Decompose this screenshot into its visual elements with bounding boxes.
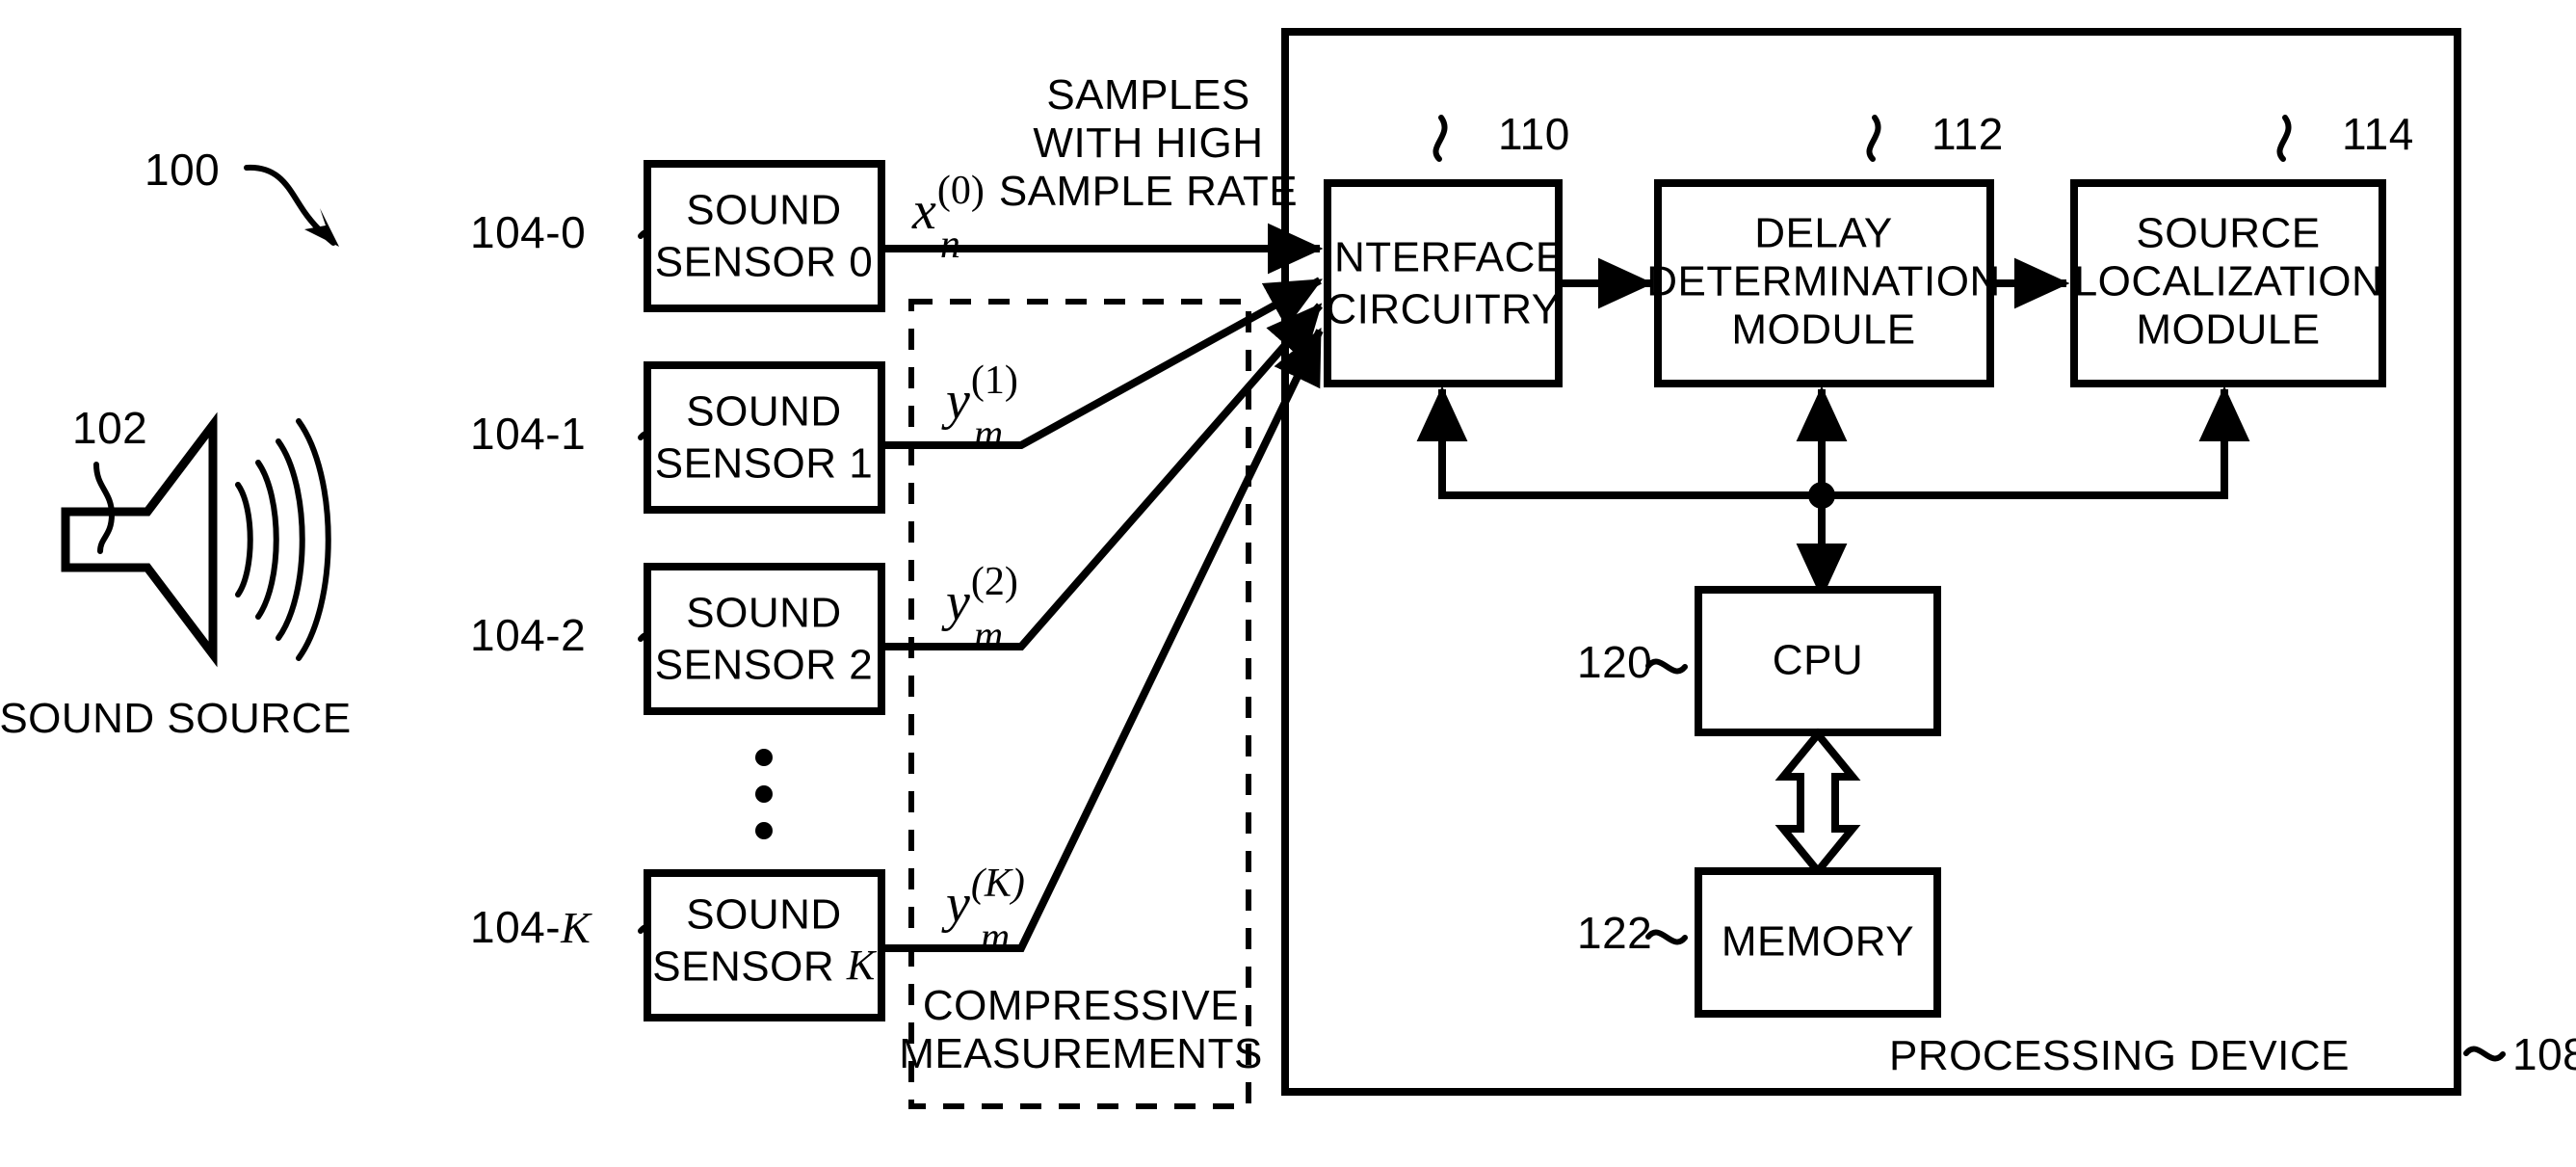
sensor-2-label-line2: SENSOR 2 [655, 642, 874, 689]
memory-group[interactable]: 122 MEMORY [1577, 867, 1941, 1018]
delay-determination-line3: MODULE [1731, 306, 1915, 354]
system-bus-group [1416, 385, 2250, 599]
ref-114-leader [2276, 115, 2292, 162]
high-sample-rate-note: SAMPLES WITH HIGH SAMPLE RATE [999, 71, 1298, 215]
sensor-list-ellipsis-icon [755, 749, 773, 839]
interface-circuitry-line1: INTERFACE [1322, 234, 1564, 281]
sensor-0-label-line1: SOUND [686, 187, 841, 234]
bus-junction-dot [1808, 482, 1835, 509]
interface-circuitry-group[interactable]: 110 INTERFACE CIRCUITRY [1322, 109, 1570, 387]
sound-source-group: 102 SOUND SOURCE [0, 403, 352, 742]
ref-label-110: 110 [1498, 109, 1570, 159]
ref-label-112: 112 [1932, 109, 2004, 159]
ref-label-104-2: 104-2 [470, 610, 586, 660]
source-localization-line1: SOURCE [2136, 210, 2320, 257]
sensor-2-group[interactable]: 104-2 SOUND SENSOR 2 y(2) m [470, 303, 1324, 715]
sensor-1-label-line1: SOUND [686, 388, 841, 436]
source-localization-line2: LOCALIZATION [2074, 258, 2383, 305]
sensor-k-label-line2: SENSOR K [652, 942, 878, 991]
ref-label-104-0: 104-0 [470, 207, 586, 257]
sensor-1-group[interactable]: 104-1 SOUND SENSOR 1 y(1) m [470, 277, 1324, 514]
sensor-1-label-line2: SENSOR 1 [655, 440, 874, 488]
high-rate-line1: SAMPLES [1046, 71, 1249, 119]
ref-label-104-k: 104-K [470, 902, 592, 952]
sensor-2-label-line1: SOUND [686, 590, 841, 637]
sensor-k-label-line1: SOUND [686, 891, 841, 939]
ref-122-leader [1645, 929, 1688, 945]
interface-circuitry-box[interactable] [1324, 179, 1563, 387]
interface-circuitry-line2: CIRCUITRY [1326, 286, 1560, 333]
cpu-memory-double-arrow-icon [1774, 728, 1861, 878]
ref-108-leader [2463, 1046, 2506, 1062]
ref-112-leader [1866, 115, 1881, 162]
block-diagram: 100 102 SOUND SOURCE COMPRESSIVE MEASURE… [0, 28, 2576, 1109]
sensor-0-box[interactable] [644, 160, 885, 312]
ref-label-102: 102 [72, 403, 147, 453]
speaker-wave-3-icon [276, 438, 305, 641]
compressive-label-line1: COMPRESSIVE [923, 982, 1239, 1029]
sensor-2-box[interactable] [644, 563, 885, 715]
high-rate-line3: SAMPLE RATE [999, 168, 1298, 215]
ref-label-108: 108 [2512, 1029, 2576, 1079]
speaker-wave-2-icon [255, 460, 279, 620]
ref-label-114: 114 [2342, 109, 2414, 159]
cpu-memory-bus-arrow [1774, 728, 1861, 878]
source-localization-line3: MODULE [2136, 306, 2320, 354]
ref-label-122: 122 [1577, 908, 1652, 958]
ref-label-120: 120 [1577, 637, 1652, 687]
sound-source-label: SOUND SOURCE [0, 695, 352, 742]
sensor-k-group[interactable]: 104-K SOUND SENSOR K y(K) m [470, 327, 1324, 1021]
speaker-icon [61, 411, 218, 668]
delay-determination-group[interactable]: 112 DELAY DETERMINATION MODULE [1646, 109, 2004, 387]
source-localization-group[interactable]: 114 SOURCE LOCALIZATION MODULE [2070, 109, 2414, 387]
high-rate-line2: WITH HIGH [1033, 119, 1263, 167]
speaker-wave-1-icon [235, 482, 253, 597]
processing-device-label: PROCESSING DEVICE [1889, 1032, 2350, 1079]
ref-label-104-1: 104-1 [470, 409, 586, 459]
compressive-label-line2: MEASUREMENTS [899, 1030, 1263, 1077]
ref-label-100: 100 [145, 145, 220, 195]
cpu-group[interactable]: 120 CPU [1577, 586, 1941, 736]
figure-ref-100: 100 [145, 145, 339, 247]
sensor-0-label-line2: SENSOR 0 [655, 239, 874, 286]
ref-110-leader [1433, 115, 1448, 162]
sensor-1-box[interactable] [644, 361, 885, 514]
figure-canvas: 100 102 SOUND SOURCE COMPRESSIVE MEASURE… [0, 0, 2576, 1167]
delay-determination-line2: DETERMINATION [1646, 258, 2000, 305]
ref-120-leader [1645, 658, 1688, 675]
ref-100-arrowhead [304, 208, 339, 247]
delay-determination-line1: DELAY [1754, 210, 1893, 257]
memory-label: MEMORY [1722, 918, 1914, 966]
cpu-label: CPU [1773, 637, 1863, 684]
